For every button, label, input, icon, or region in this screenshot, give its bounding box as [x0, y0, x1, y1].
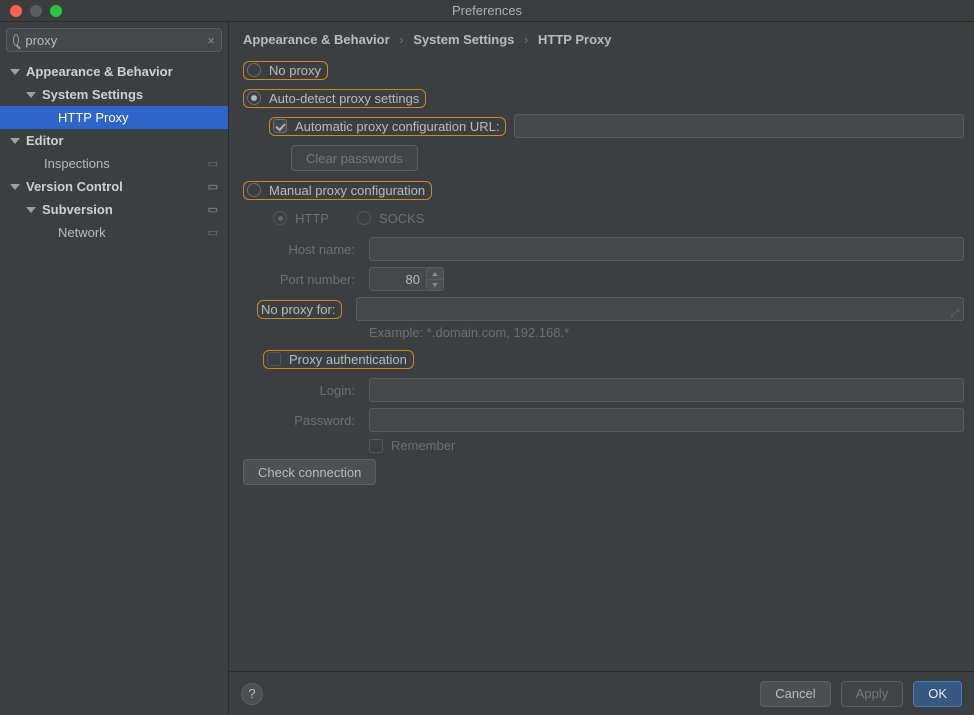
socks-radio[interactable]: SOCKS	[357, 211, 425, 226]
tree-label: HTTP Proxy	[58, 110, 228, 125]
tree-item-http-proxy[interactable]: HTTP Proxy	[0, 106, 228, 129]
apply-button[interactable]: Apply	[841, 681, 904, 707]
stepper-down-icon[interactable]	[427, 279, 443, 290]
chevron-down-icon	[10, 184, 20, 190]
http-radio[interactable]: HTTP	[273, 211, 329, 226]
checkbox-icon	[273, 119, 287, 133]
tree-item-editor[interactable]: Editor	[0, 129, 228, 152]
profile-badge-icon: ▭	[208, 180, 218, 193]
chevron-down-icon	[10, 69, 20, 75]
auto-detect-label: Auto-detect proxy settings	[269, 91, 419, 106]
sidebar: × Appearance & Behavior System Settings …	[0, 22, 229, 715]
radio-icon	[247, 63, 261, 77]
settings-form: No proxy Auto-detect proxy settings Auto…	[229, 55, 974, 671]
port-number-stepper[interactable]	[369, 267, 444, 291]
tree-label: Network	[58, 225, 208, 240]
breadcrumb-sep: ›	[524, 32, 528, 47]
search-input[interactable]	[25, 33, 201, 48]
profile-badge-icon: ▭	[208, 203, 218, 216]
tree-item-network[interactable]: Network ▭	[0, 221, 228, 244]
http-label: HTTP	[295, 211, 329, 226]
proxy-auth-label: Proxy authentication	[289, 352, 407, 367]
manual-proxy-option[interactable]: Manual proxy configuration	[243, 181, 432, 200]
search-icon	[13, 34, 19, 46]
tree-item-system-settings[interactable]: System Settings	[0, 83, 228, 106]
radio-icon	[247, 183, 261, 197]
breadcrumb-seg-2[interactable]: System Settings	[413, 32, 514, 47]
radio-icon	[247, 91, 261, 105]
port-number-input[interactable]	[369, 267, 427, 291]
help-button[interactable]: ?	[241, 683, 263, 705]
chevron-down-icon	[26, 92, 36, 98]
window-title: Preferences	[0, 3, 974, 18]
breadcrumb-seg-1[interactable]: Appearance & Behavior	[243, 32, 390, 47]
tree-label: Subversion	[42, 202, 208, 217]
auto-config-url-checkbox[interactable]: Automatic proxy configuration URL:	[269, 117, 506, 136]
cancel-button[interactable]: Cancel	[760, 681, 830, 707]
no-proxy-example: Example: *.domain.com, 192.168.*	[369, 325, 569, 340]
proxy-auth-checkbox[interactable]: Proxy authentication	[263, 350, 414, 369]
tree-label: Editor	[26, 133, 228, 148]
port-number-label: Port number:	[263, 272, 355, 287]
no-proxy-for-label-wrap: No proxy for:	[257, 300, 342, 319]
no-proxy-option[interactable]: No proxy	[243, 61, 328, 80]
tree-label: Appearance & Behavior	[26, 64, 228, 79]
tree-label: Inspections	[44, 156, 208, 171]
auto-config-url-input[interactable]	[514, 114, 964, 138]
password-label: Password:	[283, 413, 355, 428]
auto-detect-option[interactable]: Auto-detect proxy settings	[243, 89, 426, 108]
ok-button[interactable]: OK	[913, 681, 962, 707]
clear-passwords-button[interactable]: Clear passwords	[291, 145, 418, 171]
auto-config-url-label: Automatic proxy configuration URL:	[295, 119, 499, 134]
manual-proxy-label: Manual proxy configuration	[269, 183, 425, 198]
host-name-label: Host name:	[263, 242, 355, 257]
tree-label: System Settings	[42, 87, 228, 102]
dialog-footer: ? Cancel Apply OK	[229, 671, 974, 715]
tree-item-inspections[interactable]: Inspections ▭	[0, 152, 228, 175]
tree-label: Version Control	[26, 179, 208, 194]
tree-item-subversion[interactable]: Subversion ▭	[0, 198, 228, 221]
checkbox-icon	[267, 352, 281, 366]
tree-item-appearance-behavior[interactable]: Appearance & Behavior	[0, 60, 228, 83]
radio-icon	[357, 211, 371, 225]
radio-icon	[273, 211, 287, 225]
socks-label: SOCKS	[379, 211, 425, 226]
clear-search-icon[interactable]: ×	[207, 33, 215, 48]
breadcrumb-seg-3: HTTP Proxy	[538, 32, 611, 47]
login-label: Login:	[283, 383, 355, 398]
stepper-up-icon[interactable]	[427, 268, 443, 279]
remember-checkbox[interactable]: Remember	[369, 438, 455, 453]
settings-tree: Appearance & Behavior System Settings HT…	[0, 58, 228, 715]
content-pane: Appearance & Behavior › System Settings …	[229, 22, 974, 715]
no-proxy-for-input[interactable]	[356, 297, 964, 321]
login-input[interactable]	[369, 378, 964, 402]
chevron-down-icon	[26, 207, 36, 213]
no-proxy-label: No proxy	[269, 63, 321, 78]
check-connection-button[interactable]: Check connection	[243, 459, 376, 485]
profile-badge-icon: ▭	[208, 157, 218, 170]
tree-item-version-control[interactable]: Version Control ▭	[0, 175, 228, 198]
no-proxy-for-label: No proxy for:	[261, 302, 335, 317]
remember-label: Remember	[391, 438, 455, 453]
password-input[interactable]	[369, 408, 964, 432]
search-box[interactable]: ×	[6, 28, 222, 52]
breadcrumb-sep: ›	[399, 32, 403, 47]
chevron-down-icon	[10, 138, 20, 144]
profile-badge-icon: ▭	[208, 226, 218, 239]
breadcrumb: Appearance & Behavior › System Settings …	[229, 22, 974, 55]
checkbox-icon	[369, 439, 383, 453]
titlebar: Preferences	[0, 0, 974, 22]
host-name-input[interactable]	[369, 237, 964, 261]
